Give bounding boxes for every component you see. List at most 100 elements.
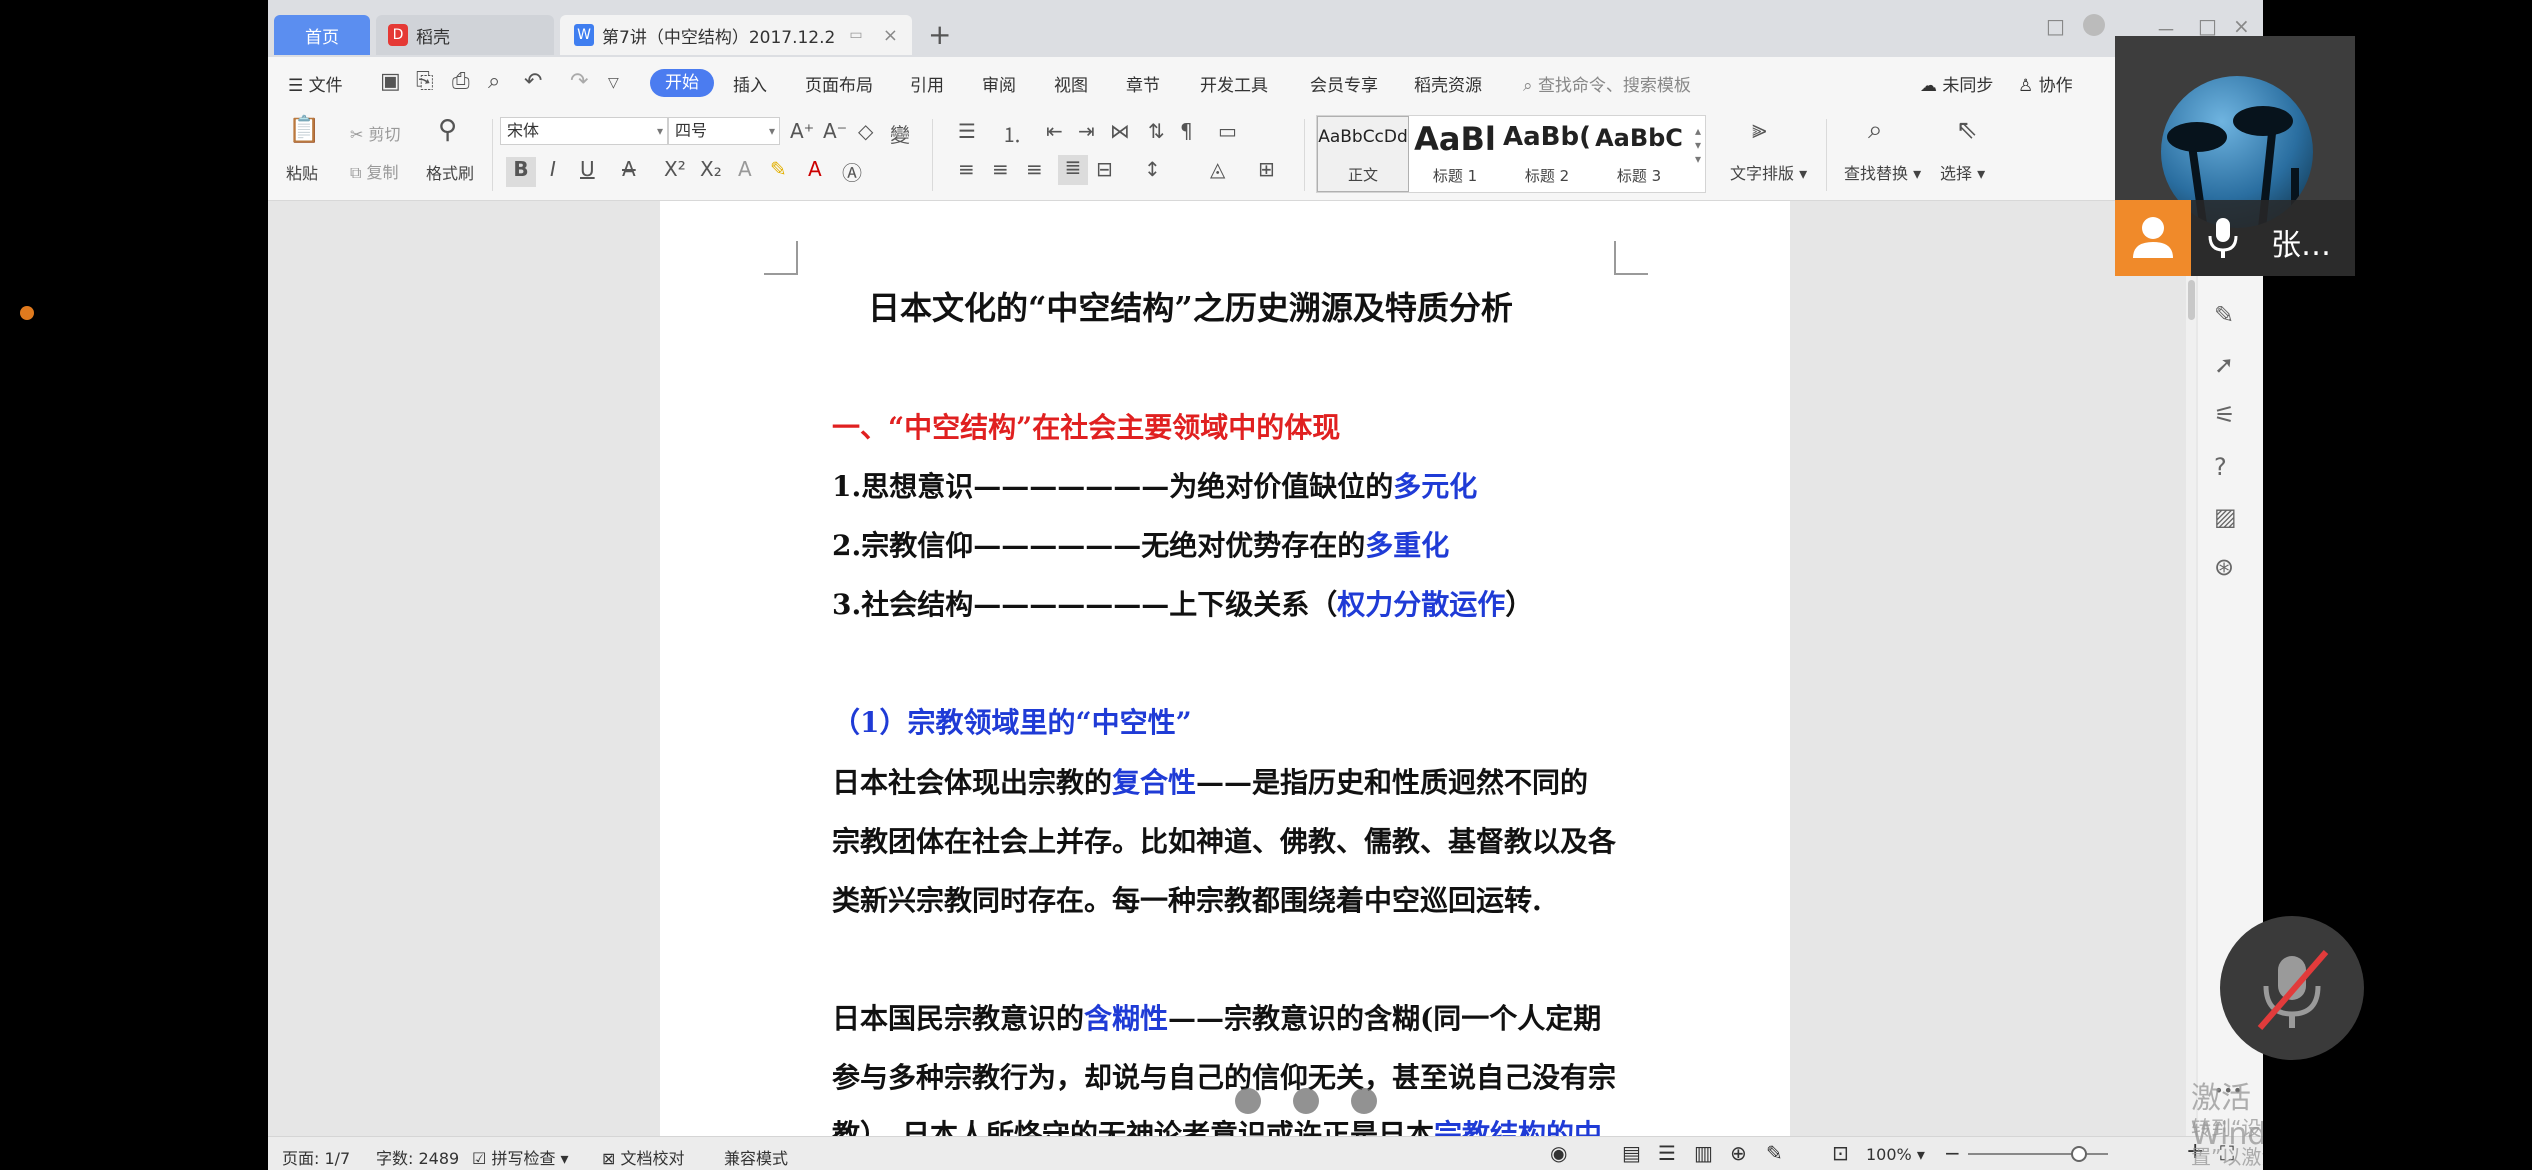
shading-icon[interactable]: ◬ (1210, 157, 1225, 181)
print-preview-icon[interactable]: ⌕ (488, 69, 500, 94)
page-dot[interactable] (1351, 1088, 1377, 1114)
word-count[interactable]: 字数: 2489 (376, 1145, 459, 1169)
zoom-level[interactable]: 100% ▾ (1866, 1145, 1925, 1164)
image-tool-icon[interactable]: ▨ (2214, 503, 2237, 531)
file-menu[interactable]: ☰ 文件 (288, 71, 343, 96)
superscript-button[interactable]: X² (664, 157, 686, 181)
copy-button[interactable]: ⧉ 复制 (350, 159, 399, 183)
highlight-icon[interactable]: ✎ (770, 157, 787, 181)
bullet-list-icon[interactable]: ☰ (958, 119, 976, 143)
spell-check-button[interactable]: ☑ 拼写检查 ▾ (472, 1145, 569, 1169)
font-name-select[interactable]: 宋体 ▾ (500, 117, 668, 145)
fit-page-icon[interactable]: ⊡ (1832, 1141, 1849, 1165)
redo-icon[interactable]: ↷ (570, 69, 588, 94)
page-dot[interactable] (1293, 1088, 1319, 1114)
tab-screen-icon[interactable]: ▭ (849, 27, 862, 43)
command-search[interactable]: ⌕ 查找命令、搜索模板 (1523, 71, 1691, 96)
text-layout-button[interactable]: 文字排版 ▾ (1730, 160, 1807, 184)
increase-indent-icon[interactable]: ⇥ (1078, 119, 1095, 143)
strikethrough-button[interactable]: A (622, 157, 636, 181)
save-icon[interactable]: ▣ (380, 69, 401, 94)
font-color-icon[interactable]: A (808, 157, 822, 181)
sync-status[interactable]: ☁ 未同步 (1920, 71, 1993, 96)
scrollbar-thumb[interactable] (2188, 280, 2195, 320)
menu-tab-view[interactable]: 视图 (1054, 71, 1088, 96)
italic-button[interactable]: I (550, 157, 556, 181)
format-painter-icon[interactable]: ⚲ (438, 115, 457, 145)
tab-home[interactable]: 首页 (274, 15, 370, 55)
font-size-select[interactable]: 四号 ▾ (668, 117, 780, 145)
style-heading-3[interactable]: AaBbC 标题 3 (1593, 116, 1685, 192)
zoom-slider-handle[interactable] (2071, 1146, 2087, 1162)
help-icon[interactable]: ? (2214, 453, 2227, 481)
maximize-button[interactable]: □ (2198, 14, 2217, 38)
zoom-out-icon[interactable]: − (1944, 1141, 1961, 1165)
subscript-button[interactable]: X₂ (700, 157, 722, 181)
print-icon[interactable]: ⎙ (452, 69, 470, 94)
cut-button[interactable]: ✂ 剪切 (350, 121, 401, 145)
format-painter-button[interactable]: 格式刷 (426, 160, 474, 184)
char-border-icon[interactable]: Ⓐ (842, 157, 862, 186)
customize-toolbar-icon[interactable]: ▽ (608, 75, 619, 91)
tab-document[interactable]: W 第7讲（中空结构）2017.12.2 ▭ × (560, 15, 912, 55)
menu-tab-docer-resources[interactable]: 稻壳资源 (1414, 71, 1482, 96)
close-button[interactable]: × (2233, 14, 2250, 38)
microphone-icon[interactable] (2205, 216, 2241, 269)
align-left-icon[interactable]: ≡ (958, 157, 975, 181)
menu-tab-insert[interactable]: 插入 (733, 71, 767, 96)
undo-icon[interactable]: ↶ (524, 69, 542, 94)
select-button[interactable]: 选择 ▾ (1940, 160, 1985, 184)
select-arrow-icon[interactable]: ⇖ (1956, 115, 1978, 145)
menu-tab-member[interactable]: 会员专享 (1310, 71, 1378, 96)
video-call-tile[interactable]: 张… (2115, 36, 2355, 276)
bold-button[interactable]: B (506, 157, 536, 187)
navigate-icon[interactable]: ⊛ (2214, 553, 2234, 581)
mute-microphone-button[interactable] (2220, 916, 2364, 1060)
align-center-icon[interactable]: ≡ (992, 157, 1009, 181)
menu-tab-references[interactable]: 引用 (910, 71, 944, 96)
clear-format-icon[interactable]: ◇ (858, 119, 873, 143)
eye-protect-icon[interactable]: ◉ (1550, 1141, 1567, 1165)
doc-proofread-button[interactable]: ⊠ 文档校对 (602, 1145, 685, 1169)
web-view-icon[interactable]: ⊕ (1730, 1141, 1747, 1165)
pointer-icon[interactable]: ➚ (2214, 351, 2234, 379)
tab-close-icon[interactable]: × (883, 25, 898, 46)
phonetic-guide-icon[interactable]: 變 (890, 119, 910, 148)
style-normal[interactable]: AaBbCcDd 正文 (1317, 116, 1409, 192)
page-indicator[interactable]: 页面: 1/7 (282, 1145, 350, 1169)
show-marks-icon[interactable]: ¶ (1180, 119, 1193, 143)
chinese-layout-icon[interactable]: ⋈ (1110, 119, 1130, 143)
justify-icon[interactable]: ≣ (1058, 155, 1088, 185)
menu-tab-review[interactable]: 审阅 (982, 71, 1016, 96)
paste-button[interactable]: 粘贴 (286, 160, 318, 184)
find-replace-icon[interactable]: ⌕ (1868, 115, 1883, 146)
text-layout-icon[interactable]: ⫸ (1752, 115, 1767, 146)
grow-font-icon[interactable]: A⁺ (790, 119, 814, 143)
find-replace-button[interactable]: 查找替换 ▾ (1844, 160, 1921, 184)
distributed-icon[interactable]: ⊟ (1096, 157, 1113, 181)
outline-view-icon[interactable]: ☰ (1658, 1141, 1676, 1165)
account-avatar[interactable] (2083, 14, 2105, 36)
collaborate-button[interactable]: ♙ 协作 (2018, 71, 2073, 96)
line-spacing-icon[interactable]: ↕ (1144, 157, 1161, 181)
shrink-font-icon[interactable]: A⁻ (823, 119, 847, 143)
menu-tab-start[interactable]: 开始 (650, 69, 714, 97)
styles-more-icon[interactable]: ▴ ▾ ▾ (1695, 124, 1701, 166)
page-view-icon[interactable]: ▤ (1622, 1141, 1641, 1165)
pen-icon[interactable]: ✎ (2214, 301, 2234, 329)
sort-icon[interactable]: ⇅ (1148, 119, 1165, 143)
decrease-indent-icon[interactable]: ⇤ (1046, 119, 1063, 143)
new-tab-button[interactable]: + (928, 18, 951, 51)
menu-tab-developer[interactable]: 开发工具 (1200, 71, 1268, 96)
export-pdf-icon[interactable]: ⎘ (416, 69, 434, 94)
borders-icon[interactable]: ⊞ (1258, 157, 1275, 181)
align-right-icon[interactable]: ≡ (1026, 157, 1043, 181)
write-view-icon[interactable]: ✎ (1766, 1141, 1783, 1165)
table-props-icon[interactable]: ▭ (1218, 119, 1237, 143)
menu-tab-chapter[interactable]: 章节 (1126, 71, 1160, 96)
reading-view-icon[interactable]: ▥ (1694, 1141, 1713, 1165)
style-heading-1[interactable]: AaBl 标题 1 (1409, 116, 1501, 192)
page-dot[interactable] (1235, 1088, 1261, 1114)
window-layout-icon[interactable]: □ (2046, 14, 2065, 38)
underline-button[interactable]: U (580, 157, 595, 181)
